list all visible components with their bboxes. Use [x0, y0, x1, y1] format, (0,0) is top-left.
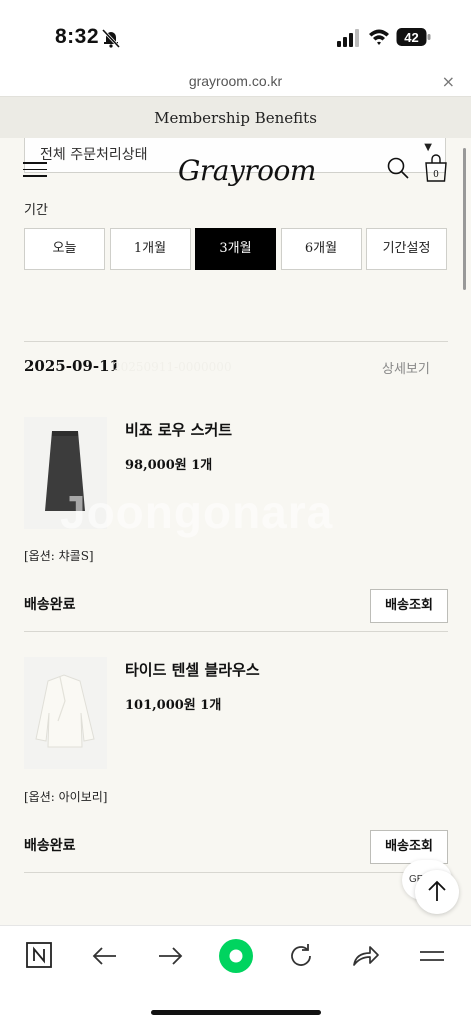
order-date: 2025-09-11 [24, 357, 120, 375]
track-shipment-button[interactable]: 배송조회 [370, 830, 448, 864]
divider [24, 872, 448, 873]
period-3month-button[interactable]: 3개월 [195, 228, 276, 270]
product-qty: 1개 [200, 698, 222, 713]
product-option: [옵션: 아이보리] [24, 790, 108, 804]
order-number: 20250911-0000000 [113, 360, 232, 374]
arrow-up-icon[interactable] [415, 870, 459, 914]
shipping-status: 배송완료 [24, 838, 76, 854]
search-icon[interactable] [386, 156, 410, 180]
browser-toolbar [0, 925, 471, 1024]
product-name[interactable]: 타이드 텐셀 블라우스 [125, 659, 260, 680]
period-custom-button[interactable]: 기간설정 [366, 228, 447, 270]
period-filter: 오늘 1개월 3개월 6개월 기간설정 [24, 228, 448, 270]
blouse-image [24, 657, 107, 769]
url-text[interactable]: grayroom.co.kr [0, 73, 471, 89]
home-indicator[interactable] [151, 1010, 321, 1015]
reload-icon[interactable] [285, 940, 317, 972]
membership-banner[interactable]: Membership Benefits [0, 96, 471, 138]
close-icon[interactable]: × [442, 72, 455, 91]
product-price: 101,000원 1개 [125, 694, 221, 713]
product-qty: 1개 [191, 458, 213, 473]
membership-banner-text[interactable]: Membership Benefits [0, 97, 471, 139]
caret-down-icon: ▼ [424, 142, 432, 153]
forward-arrow-icon[interactable] [154, 940, 186, 972]
divider [24, 341, 448, 342]
back-arrow-icon[interactable] [89, 940, 121, 972]
signal-icon [337, 29, 359, 47]
share-icon[interactable] [350, 940, 382, 972]
period-today-button[interactable]: 오늘 [24, 228, 105, 270]
product-price-value: 98,000원 [125, 458, 187, 473]
product-option: [옵션: 챠콜S] [24, 549, 94, 563]
url-bar[interactable]: grayroom.co.kr × [0, 70, 471, 96]
watermark: Joongonara [60, 486, 334, 538]
product-price-value: 101,000원 [125, 698, 196, 713]
status-time: 8:32 [55, 25, 100, 48]
product-price: 98,000원 1개 [125, 454, 212, 473]
svg-text:0: 0 [433, 170, 439, 180]
period-6month-button[interactable]: 6개월 [280, 228, 362, 270]
menu-icon[interactable] [23, 162, 47, 178]
site-logo[interactable]: Grayroom [178, 154, 316, 194]
battery-level: 42 [404, 30, 418, 45]
shipping-status: 배송완료 [24, 597, 76, 613]
scroll-indicator[interactable] [463, 148, 466, 290]
order-status-select-value: 전체 주문처리상태 [40, 147, 148, 163]
hamburger-menu-icon[interactable] [416, 940, 448, 972]
bag-icon[interactable]: 0 [424, 154, 448, 182]
site-header: 전체 주문처리상태 ▼ Grayroom 0 [0, 138, 471, 200]
product-image-blouse[interactable] [24, 657, 107, 769]
battery-icon: 42 [396, 28, 431, 46]
n-logo-icon[interactable] [24, 940, 56, 972]
track-shipment-button[interactable]: 배송조회 [370, 589, 448, 623]
bell-mute-icon [101, 28, 121, 49]
wifi-icon [369, 29, 389, 45]
order-detail-link[interactable]: 상세보기 [382, 358, 430, 377]
divider [24, 631, 448, 632]
site-logo-text[interactable]: Grayroom [178, 154, 316, 187]
product-name[interactable]: 비죠 로우 스커트 [125, 419, 232, 440]
home-dot-icon[interactable] [218, 938, 254, 974]
period-1month-button[interactable]: 1개월 [109, 228, 191, 270]
status-bar: 8:32 42 [0, 0, 471, 70]
period-label: 기간 [24, 203, 48, 218]
